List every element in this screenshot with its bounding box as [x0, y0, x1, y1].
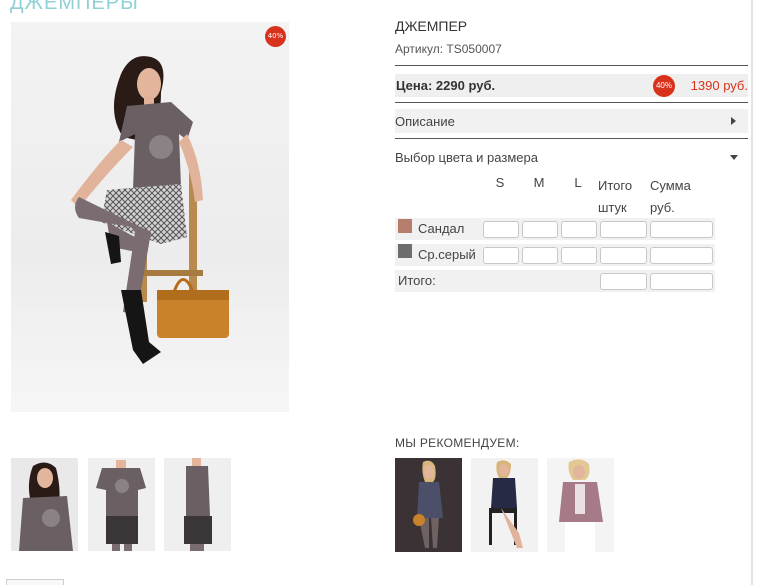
model-illustration — [71, 56, 229, 364]
recommended-image — [395, 458, 462, 552]
color-label: Ср.серый — [418, 247, 476, 262]
recommended-image — [547, 458, 614, 552]
sku-row: Артикул: TS050007 — [395, 42, 502, 56]
grand-total-sum — [650, 273, 713, 290]
thumbnail-image — [164, 458, 231, 551]
qty-input-l[interactable] — [561, 221, 597, 238]
qty-input-m[interactable] — [522, 221, 558, 238]
sum-total — [650, 247, 713, 264]
chevron-right-icon — [731, 117, 736, 125]
discount-badge: 40% — [265, 26, 286, 47]
recommended-product-2[interactable] — [471, 458, 538, 552]
divider — [395, 102, 748, 103]
product-thumbnail-3[interactable] — [164, 458, 231, 551]
accordion-color-size-label: Выбор цвета и размера — [395, 150, 538, 165]
color-label: Сандал — [418, 221, 465, 236]
accordion-description-label: Описание — [395, 114, 455, 129]
total-label: Итого: — [398, 273, 436, 288]
chevron-down-icon — [730, 155, 738, 160]
main-product-photo[interactable] — [11, 22, 289, 412]
recommended-product-3[interactable] — [547, 458, 614, 552]
sum-total — [650, 221, 713, 238]
qty-total — [600, 247, 647, 264]
price-discount-badge: 40% — [653, 75, 675, 97]
product-title: ДЖЕМПЕР — [395, 18, 468, 34]
product-thumbnail-1[interactable] — [11, 458, 78, 551]
price-bar: Цена: 2290 руб. 40% 1390 руб. — [395, 74, 748, 97]
accordion-color-size[interactable]: Выбор цвета и размера — [395, 145, 748, 169]
size-header-l: L — [574, 175, 582, 190]
qty-input-m[interactable] — [522, 247, 558, 264]
recommended-image — [471, 458, 538, 552]
sku-value: TS050007 — [446, 42, 502, 56]
qty-total — [600, 221, 647, 238]
size-header-m: M — [533, 175, 545, 190]
recommended-product-1[interactable] — [395, 458, 462, 552]
total-sum-header: Сумма руб. — [650, 178, 691, 215]
accordion-description[interactable]: Описание — [395, 109, 748, 133]
size-header-s: S — [495, 175, 505, 190]
qty-input-l[interactable] — [561, 247, 597, 264]
price-old: Цена: 2290 руб. — [396, 78, 496, 93]
qty-input-s[interactable] — [483, 247, 519, 264]
sku-label: Артикул: — [395, 42, 444, 56]
grand-total-qty — [600, 273, 647, 290]
total-qty-header: Итого штук — [598, 178, 633, 215]
color-swatch-grey — [398, 244, 412, 258]
thumbnail-image — [88, 458, 155, 551]
divider — [395, 65, 748, 66]
page-border — [751, 0, 753, 585]
thumbnail-image — [11, 458, 78, 551]
qty-input-s[interactable] — [483, 221, 519, 238]
color-swatch-sandal — [398, 219, 412, 233]
category-title: ДЖЕМПЕРЫ — [10, 0, 139, 14]
bottom-button[interactable] — [6, 579, 64, 585]
divider — [395, 138, 748, 139]
recommend-title: МЫ РЕКОМЕНДУЕМ: — [395, 436, 520, 450]
product-thumbnail-2[interactable] — [88, 458, 155, 551]
price-new: 1390 руб. — [690, 78, 748, 93]
